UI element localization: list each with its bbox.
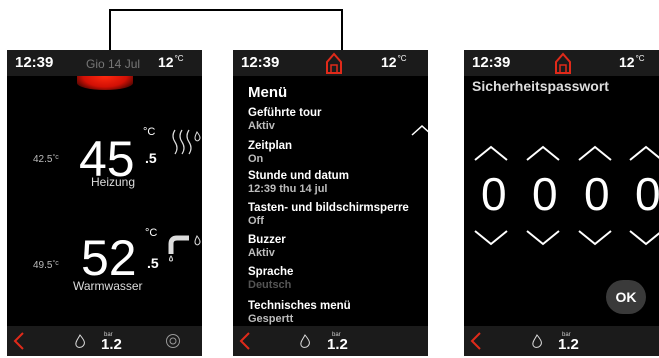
water-temperature[interactable]: 52 bbox=[81, 233, 137, 283]
chevron-down-icon[interactable] bbox=[526, 230, 560, 246]
water-label: Warmwasser bbox=[73, 279, 143, 293]
clock: 12:39 bbox=[15, 54, 54, 71]
water-unit: °C bbox=[145, 227, 158, 239]
password-digit-4[interactable]: 0 bbox=[635, 171, 659, 217]
menu-item-schedule[interactable]: Zeitplan On bbox=[248, 140, 292, 165]
menu-item-lock[interactable]: Tasten- und bildschirmsperre Off bbox=[248, 202, 409, 227]
heating-unit: °C bbox=[143, 126, 156, 138]
menu-item-language[interactable]: Sprache Deutsch bbox=[248, 266, 293, 291]
flame-icon bbox=[75, 334, 85, 348]
password-digit-1[interactable]: 0 bbox=[481, 171, 507, 217]
water-decimal: .5 bbox=[147, 255, 159, 271]
chevron-up-icon[interactable] bbox=[578, 145, 612, 161]
clock: 12:39 bbox=[241, 54, 280, 71]
clock: 12:39 bbox=[472, 54, 511, 71]
password-digit-2[interactable]: 0 bbox=[532, 171, 558, 217]
pressure-value: 1.2 bbox=[327, 336, 348, 353]
menu-item-technical-menu[interactable]: Technisches menü Gespertt bbox=[248, 300, 351, 325]
password-digit-3[interactable]: 0 bbox=[584, 171, 610, 217]
home-icon[interactable] bbox=[325, 52, 343, 74]
chevron-down-icon[interactable] bbox=[629, 230, 659, 246]
back-arrow-icon[interactable] bbox=[239, 332, 250, 350]
password-title: Sicherheitspasswort bbox=[472, 78, 609, 94]
date-label: Gio 14 Jul bbox=[86, 57, 141, 71]
menu-title: Menü bbox=[248, 84, 288, 101]
back-arrow-icon[interactable] bbox=[13, 332, 24, 350]
home-screen: 12:39 Gio 14 Jul 12°C 42.5°c 45 °C .5 He… bbox=[7, 50, 202, 356]
chevron-up-icon[interactable] bbox=[474, 145, 508, 161]
outdoor-temp: 12°C bbox=[381, 54, 407, 70]
faucet-icon bbox=[168, 235, 201, 262]
home-icon[interactable] bbox=[554, 52, 572, 74]
outdoor-temp: 12°C bbox=[619, 54, 645, 70]
heating-target: 42.5°c bbox=[33, 154, 59, 165]
settings-gear-icon[interactable] bbox=[165, 333, 181, 349]
menu-item-buzzer[interactable]: Buzzer Aktiv bbox=[248, 234, 286, 259]
pressure-value: 1.2 bbox=[101, 336, 122, 353]
menu-item-time-date[interactable]: Stunde und datum 12:39 thu 14 jul bbox=[248, 170, 349, 195]
water-target: 49.5°c bbox=[33, 260, 59, 271]
menu-screen: 12:39 12°C Menü Geführte tour Aktiv Zeitp… bbox=[233, 50, 428, 356]
flame-icon bbox=[300, 334, 310, 348]
radiator-icon bbox=[172, 129, 201, 155]
heating-decimal: .5 bbox=[145, 150, 157, 166]
outdoor-temp: 12°C bbox=[158, 54, 184, 70]
home-indicator-glow bbox=[77, 76, 133, 90]
chevron-up-icon[interactable] bbox=[526, 145, 560, 161]
flame-icon bbox=[532, 334, 542, 348]
chevron-down-icon[interactable] bbox=[474, 230, 508, 246]
chevron-up-icon[interactable] bbox=[629, 145, 659, 161]
heating-label: Heizung bbox=[91, 175, 136, 189]
pressure-value: 1.2 bbox=[558, 336, 579, 353]
menu-item-guided-tour[interactable]: Geführte tour Aktiv bbox=[248, 107, 321, 132]
chevron-up-icon[interactable] bbox=[411, 124, 428, 136]
ok-button[interactable]: OK bbox=[606, 280, 646, 314]
password-screen: 12:39 12°C Sicherheitspasswort 0 0 0 0 O… bbox=[464, 50, 659, 356]
chevron-down-icon[interactable] bbox=[578, 230, 612, 246]
back-arrow-icon[interactable] bbox=[470, 332, 481, 350]
